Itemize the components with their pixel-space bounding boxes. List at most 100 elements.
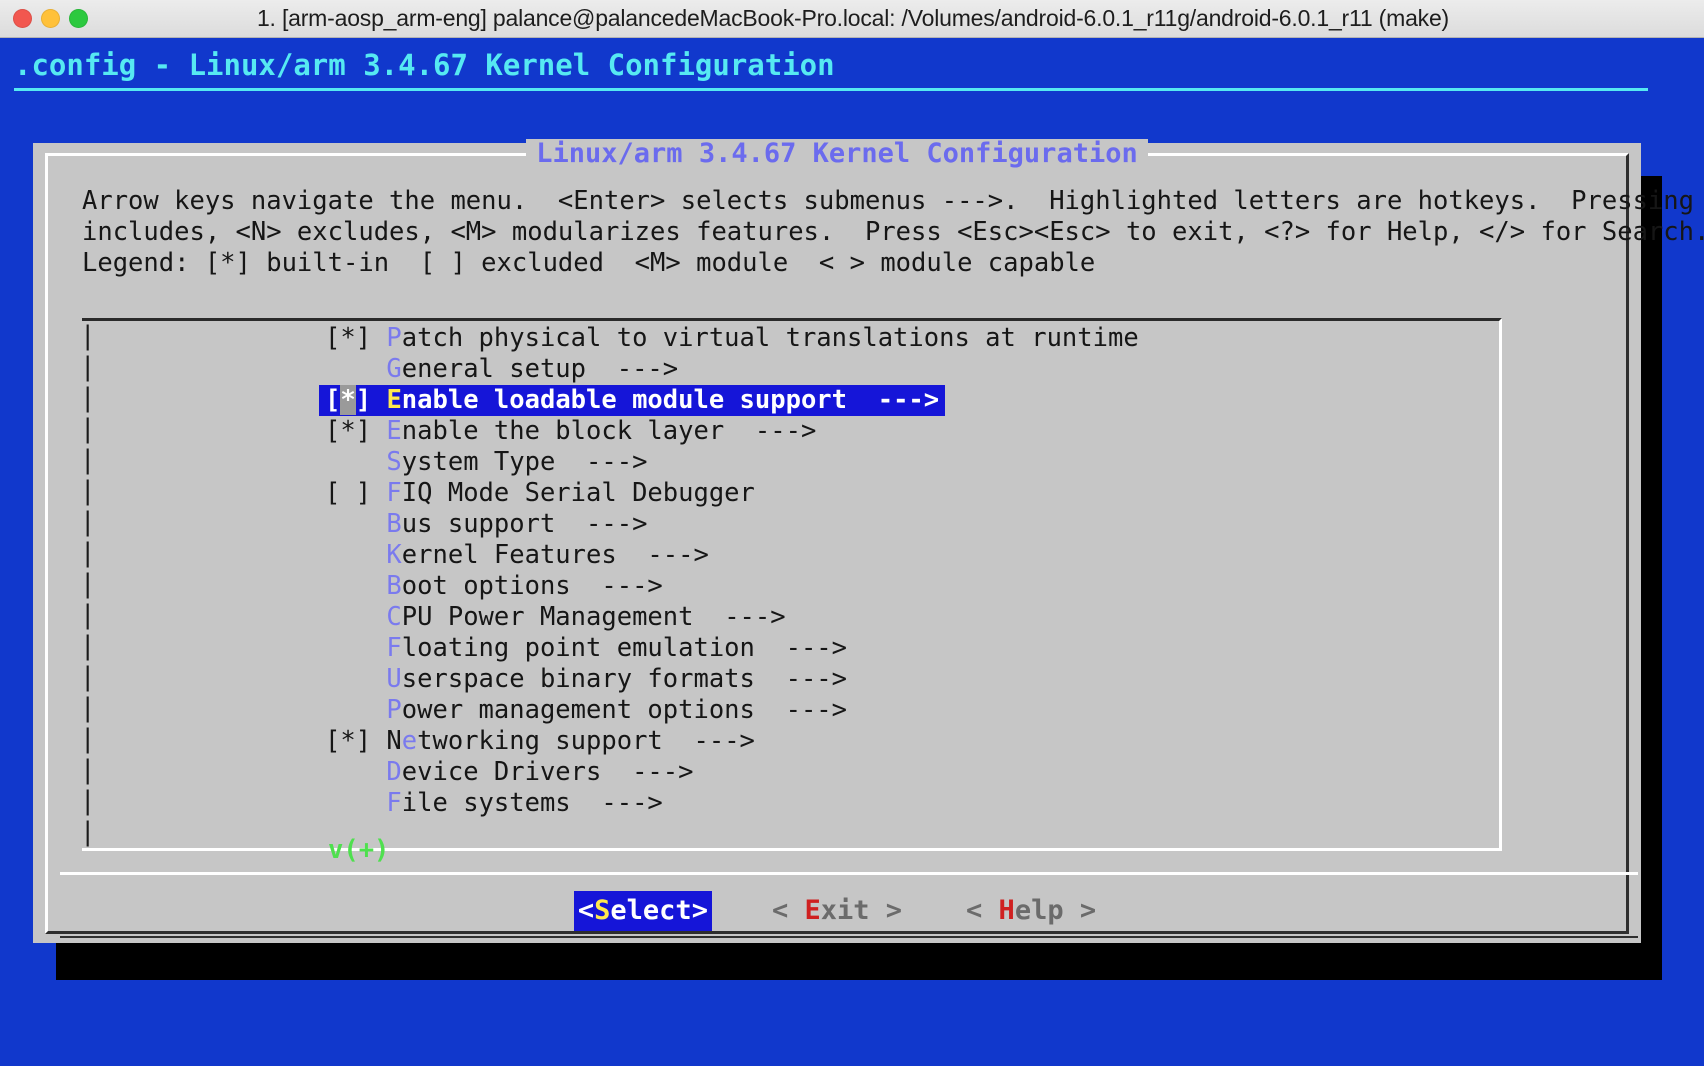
menu-item-hotkey: K [386, 540, 402, 570]
close-light[interactable] [13, 9, 32, 28]
submenu-arrow-icon: ---> [724, 416, 817, 446]
button-bracket-right: > [869, 895, 903, 926]
menu-item[interactable]: [*] Patch physical to virtual translatio… [82, 323, 1499, 354]
menu-cursor-block: * [340, 385, 356, 415]
terminal-bottom-strip [0, 1040, 1704, 1066]
menu-item-hotkey: B [386, 571, 402, 601]
submenu-arrow-icon: ---> [693, 602, 786, 632]
menu-item-marker: [*] [325, 416, 372, 446]
menu-item-label: ower management options [401, 695, 755, 725]
terminal-window: 1. [arm-aosp_arm-eng] palance@palancedeM… [0, 0, 1704, 1066]
menu-item[interactable]: [*] Enable loadable module support ---> [82, 385, 1499, 416]
menu-item-marker [325, 633, 371, 663]
menu-item-hotkey: e [401, 726, 418, 756]
submenu-arrow-icon: ---> [555, 509, 648, 539]
button-bracket-right: > [691, 895, 708, 926]
menu-item[interactable]: [ ] FIQ Mode Serial Debugger [82, 478, 1499, 509]
menu-item[interactable]: General setup ---> [82, 354, 1499, 385]
menu-item[interactable]: Power management options ---> [82, 695, 1499, 726]
button-xit[interactable]: < Exit > [768, 893, 906, 929]
menu-item-hotkey: C [386, 602, 402, 632]
zoom-light[interactable] [69, 9, 88, 28]
menu-item-content: [*] Patch physical to virtual translatio… [325, 323, 1139, 353]
kconfig-dialog: Linux/arm 3.4.67 Kernel Configuration Ar… [33, 139, 1704, 943]
dialog-title: Linux/arm 3.4.67 Kernel Configuration [526, 139, 1148, 169]
menu-item-label: ernel Features [401, 540, 617, 570]
button-bracket-left: < [771, 895, 805, 926]
menu-item-marker [325, 354, 371, 384]
button-elect[interactable]: <Select> [573, 891, 712, 931]
menu-item-hotkey: E [386, 385, 402, 415]
menu-item-content: General setup ---> [325, 354, 678, 384]
menu-item-label: nable loadable module support [401, 385, 848, 415]
menu-item-hotkey: G [386, 354, 402, 384]
menu-item-content: Bus support ---> [325, 509, 647, 539]
menu-item[interactable]: System Type ---> [82, 447, 1499, 478]
help-line: Legend: [*] built-in [ ] excluded <M> mo… [82, 248, 1096, 278]
menu-item-label: serspace binary formats [401, 664, 755, 694]
menu-item-content: CPU Power Management ---> [325, 602, 786, 632]
menu-item[interactable]: Kernel Features ---> [82, 540, 1499, 571]
menu-item-hotkey: S [386, 447, 402, 477]
menu-item-marker [325, 509, 371, 539]
menu-item-label: ile systems [401, 788, 571, 818]
menu-item[interactable]: Floating point emulation ---> [82, 633, 1499, 664]
menu-item-label: oot options [401, 571, 571, 601]
menu-item-label: evice Drivers [401, 757, 602, 787]
menu-item[interactable]: [*] Networking support ---> [82, 726, 1499, 757]
menu-item[interactable]: Userspace binary formats ---> [82, 664, 1499, 695]
button-label: elp [1014, 895, 1064, 926]
menu-item-content: System Type ---> [325, 447, 647, 477]
menu-item[interactable]: Bus support ---> [82, 509, 1499, 540]
submenu-arrow-icon: ---> [586, 354, 679, 384]
menu-item-marker [325, 695, 371, 725]
menu-item-marker [325, 664, 371, 694]
submenu-arrow-icon: ---> [754, 633, 848, 663]
menu-item-marker [325, 788, 371, 818]
menu-item-marker: [*] [325, 385, 372, 415]
window-controls [13, 9, 88, 28]
menu-item[interactable]: File systems ---> [82, 788, 1499, 819]
menu-item-content: File systems ---> [325, 788, 662, 818]
menu-item-marker [325, 571, 371, 601]
menu-item-hotkey: B [386, 509, 402, 539]
submenu-arrow-icon: ---> [570, 571, 663, 601]
button-separator-top [60, 872, 1638, 875]
help-line: includes, <N> excludes, <M> modularizes … [82, 217, 1704, 247]
minimize-light[interactable] [41, 9, 60, 28]
dialog-buttons: <Select> < Exit > < Help > [48, 891, 1626, 931]
menu-item-marker: [*] [325, 726, 372, 756]
menu-item-content: Kernel Features ---> [325, 540, 709, 570]
menu-item-label: ystem Type [401, 447, 556, 477]
menu-items: [*] Patch physical to virtual translatio… [82, 323, 1499, 819]
menu-item[interactable]: CPU Power Management ---> [82, 602, 1499, 633]
button-label: xit [820, 895, 870, 926]
menu-item-content: [*] Enable the block layer ---> [325, 416, 816, 446]
menu-listbox[interactable]: | | | | | | | | | | | | | | | | | [*] Pa… [80, 318, 1502, 865]
dialog-frame: Linux/arm 3.4.67 Kernel Configuration Ar… [45, 139, 1704, 938]
menu-item-label: IQ Mode Serial Debugger [401, 478, 755, 508]
menu-item-marker [325, 602, 371, 632]
menu-item-marker: [*] [325, 323, 372, 353]
help-line: Arrow keys navigate the menu. <Enter> se… [82, 186, 1704, 216]
window-titlebar: 1. [arm-aosp_arm-eng] palance@palancedeM… [0, 0, 1704, 38]
dialog-title-bar: Linux/arm 3.4.67 Kernel Configuration [48, 139, 1626, 169]
submenu-arrow-icon: ---> [662, 726, 755, 756]
menu-item-content: Device Drivers ---> [325, 757, 694, 787]
menu-item[interactable]: Boot options ---> [82, 571, 1499, 602]
menu-item-content: Boot options ---> [325, 571, 663, 601]
menu-item-marker [325, 447, 371, 477]
submenu-arrow-icon: ---> [616, 540, 709, 570]
button-hotkey: S [594, 895, 611, 926]
submenu-arrow-icon: ---> [601, 757, 694, 787]
submenu-arrow-icon: ---> [847, 385, 940, 415]
button-elp[interactable]: < Help > [962, 893, 1100, 929]
menu-item-hotkey: F [386, 478, 402, 508]
menu-item[interactable]: Device Drivers ---> [82, 757, 1499, 788]
button-bracket-right: > [1063, 895, 1097, 926]
menu-item-label: tworking support [417, 726, 663, 756]
menu-item[interactable]: [*] Enable the block layer ---> [82, 416, 1499, 447]
window-title: 1. [arm-aosp_arm-eng] palance@palancedeM… [256, 5, 1450, 31]
button-hotkey: H [998, 895, 1015, 926]
menu-item-label: atch physical to virtual translations at… [401, 323, 1139, 353]
